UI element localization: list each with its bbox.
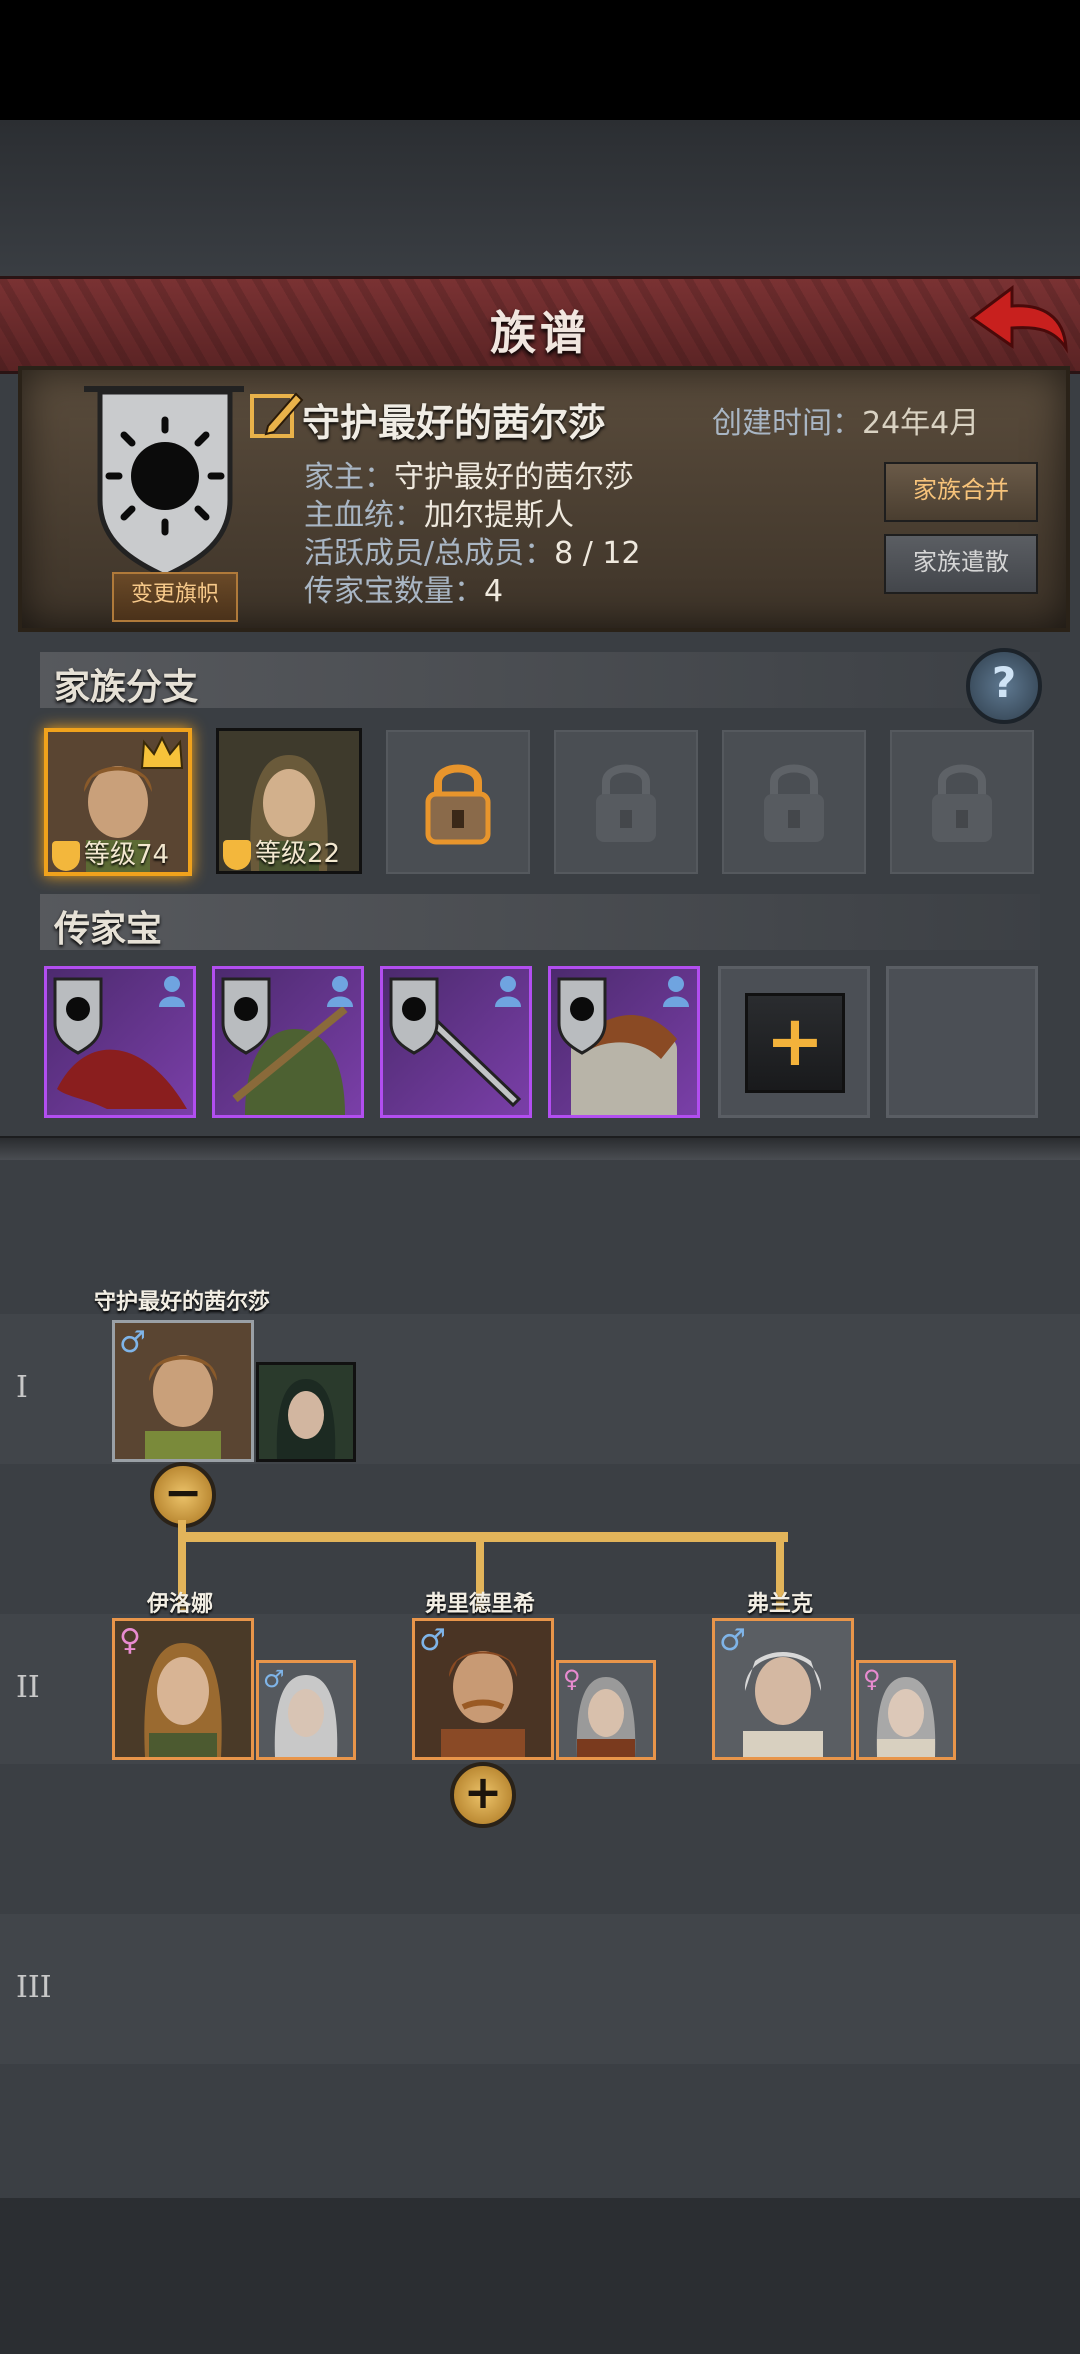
gender-male-icon: ♂ (419, 1623, 446, 1658)
member-portrait[interactable]: ♀ (112, 1618, 254, 1760)
heirloom-slot-2[interactable] (212, 966, 364, 1118)
page-title: 族谱 (490, 306, 590, 360)
branch-slot-locked (890, 730, 1034, 874)
branch-level: 等级22 (223, 833, 341, 870)
heirloom-count-label: 传家宝数量： (304, 574, 484, 609)
spouse-portrait[interactable]: ♀ (556, 1660, 656, 1760)
member-name-root: 守护最好的茜尔莎 (93, 1290, 270, 1315)
add-heirloom-button[interactable]: + (745, 993, 845, 1093)
padlock-icon (596, 764, 656, 842)
crown-icon (140, 736, 184, 769)
member-name: 伊洛娜 (146, 1592, 213, 1617)
change-banner-button[interactable]: 变更旗帜 (112, 572, 238, 622)
members-value: 8 / 12 (554, 536, 641, 571)
family-banner-emblem[interactable] (80, 380, 250, 580)
generation-label-3: III (16, 1970, 52, 2005)
gender-female-icon: ♀ (863, 1665, 881, 1693)
member-name: 弗里德里希 (424, 1592, 535, 1617)
member-name: 弗兰克 (746, 1592, 813, 1617)
created-value: 24年4月 (862, 406, 980, 441)
member-portrait[interactable]: ♂ (412, 1618, 554, 1760)
heirloom-count-line: 传家宝数量：4 (304, 566, 503, 610)
gender-male-icon: ♂ (119, 1325, 146, 1360)
heirlooms-title: 传家宝 (54, 909, 163, 950)
person-icon (327, 976, 353, 1007)
branch-slot-unlockable[interactable] (386, 730, 530, 874)
family-name: 守护最好的茜尔莎 (302, 401, 607, 445)
padlock-gold-icon (425, 764, 491, 845)
gender-female-icon: ♀ (119, 1623, 141, 1658)
family-merge-button[interactable]: 家族合并 (884, 462, 1038, 522)
edit-name-icon[interactable] (248, 386, 306, 444)
header-background (0, 120, 1080, 280)
help-button[interactable]: ? (966, 648, 1042, 724)
generation-label-2: II (16, 1670, 40, 1705)
gender-female-icon: ♀ (563, 1665, 581, 1693)
person-icon (495, 976, 521, 1007)
gender-male-icon: ♂ (263, 1665, 285, 1693)
back-button[interactable] (968, 282, 1070, 358)
heirloom-slot-3[interactable] (380, 966, 532, 1118)
branches-section-header: 家族分支 (40, 652, 1040, 708)
spouse-portrait[interactable]: ♂ (256, 1660, 356, 1760)
member-portrait-root[interactable]: ♂ (112, 1320, 254, 1462)
branch-level-text: 等级22 (255, 839, 341, 869)
heirlooms-section-header: 传家宝 (40, 894, 1040, 950)
padlock-icon (764, 764, 824, 842)
spouse-portrait-root[interactable] (256, 1362, 356, 1462)
branch-level-text: 等级74 (84, 840, 170, 870)
generation-label-1: I (16, 1370, 28, 1405)
created-time: 创建时间：24年4月 (712, 398, 979, 442)
generation-row-3 (0, 1914, 1080, 2064)
person-icon (159, 976, 185, 1007)
add-heirloom-slot[interactable]: + (718, 966, 870, 1118)
member-portrait[interactable]: ♂ (712, 1618, 854, 1760)
section-divider (0, 1136, 1080, 1160)
gender-male-icon: ♂ (719, 1623, 746, 1658)
person-icon (663, 976, 689, 1007)
collapse-button[interactable]: − (150, 1462, 216, 1528)
family-dissolve-button[interactable]: 家族遣散 (884, 534, 1038, 594)
padlock-icon (932, 764, 992, 842)
branch-slot-locked (554, 730, 698, 874)
expand-button[interactable]: + (450, 1762, 516, 1828)
branch-slot-leader[interactable]: 等级74 (44, 728, 192, 876)
branch-slot-member[interactable]: 等级22 (216, 728, 362, 874)
branch-slot-locked (722, 730, 866, 874)
branches-title: 家族分支 (54, 667, 199, 708)
branch-level: 等级74 (52, 834, 170, 871)
heirloom-slot-4[interactable] (548, 966, 700, 1118)
shield-icon (223, 839, 251, 870)
heirloom-empty-slot (886, 966, 1038, 1118)
back-arrow-icon (969, 285, 1068, 354)
spouse-portrait[interactable]: ♀ (856, 1660, 956, 1760)
shield-icon (52, 840, 80, 871)
female-portrait-icon (259, 1365, 353, 1459)
heirloom-count-value: 4 (484, 574, 504, 609)
status-bar-area (0, 0, 1080, 120)
title-banner: 族谱 (0, 276, 1080, 374)
heirloom-slot-1[interactable] (44, 966, 196, 1118)
created-label: 创建时间： (712, 406, 862, 441)
bottom-area (0, 2198, 1080, 2354)
